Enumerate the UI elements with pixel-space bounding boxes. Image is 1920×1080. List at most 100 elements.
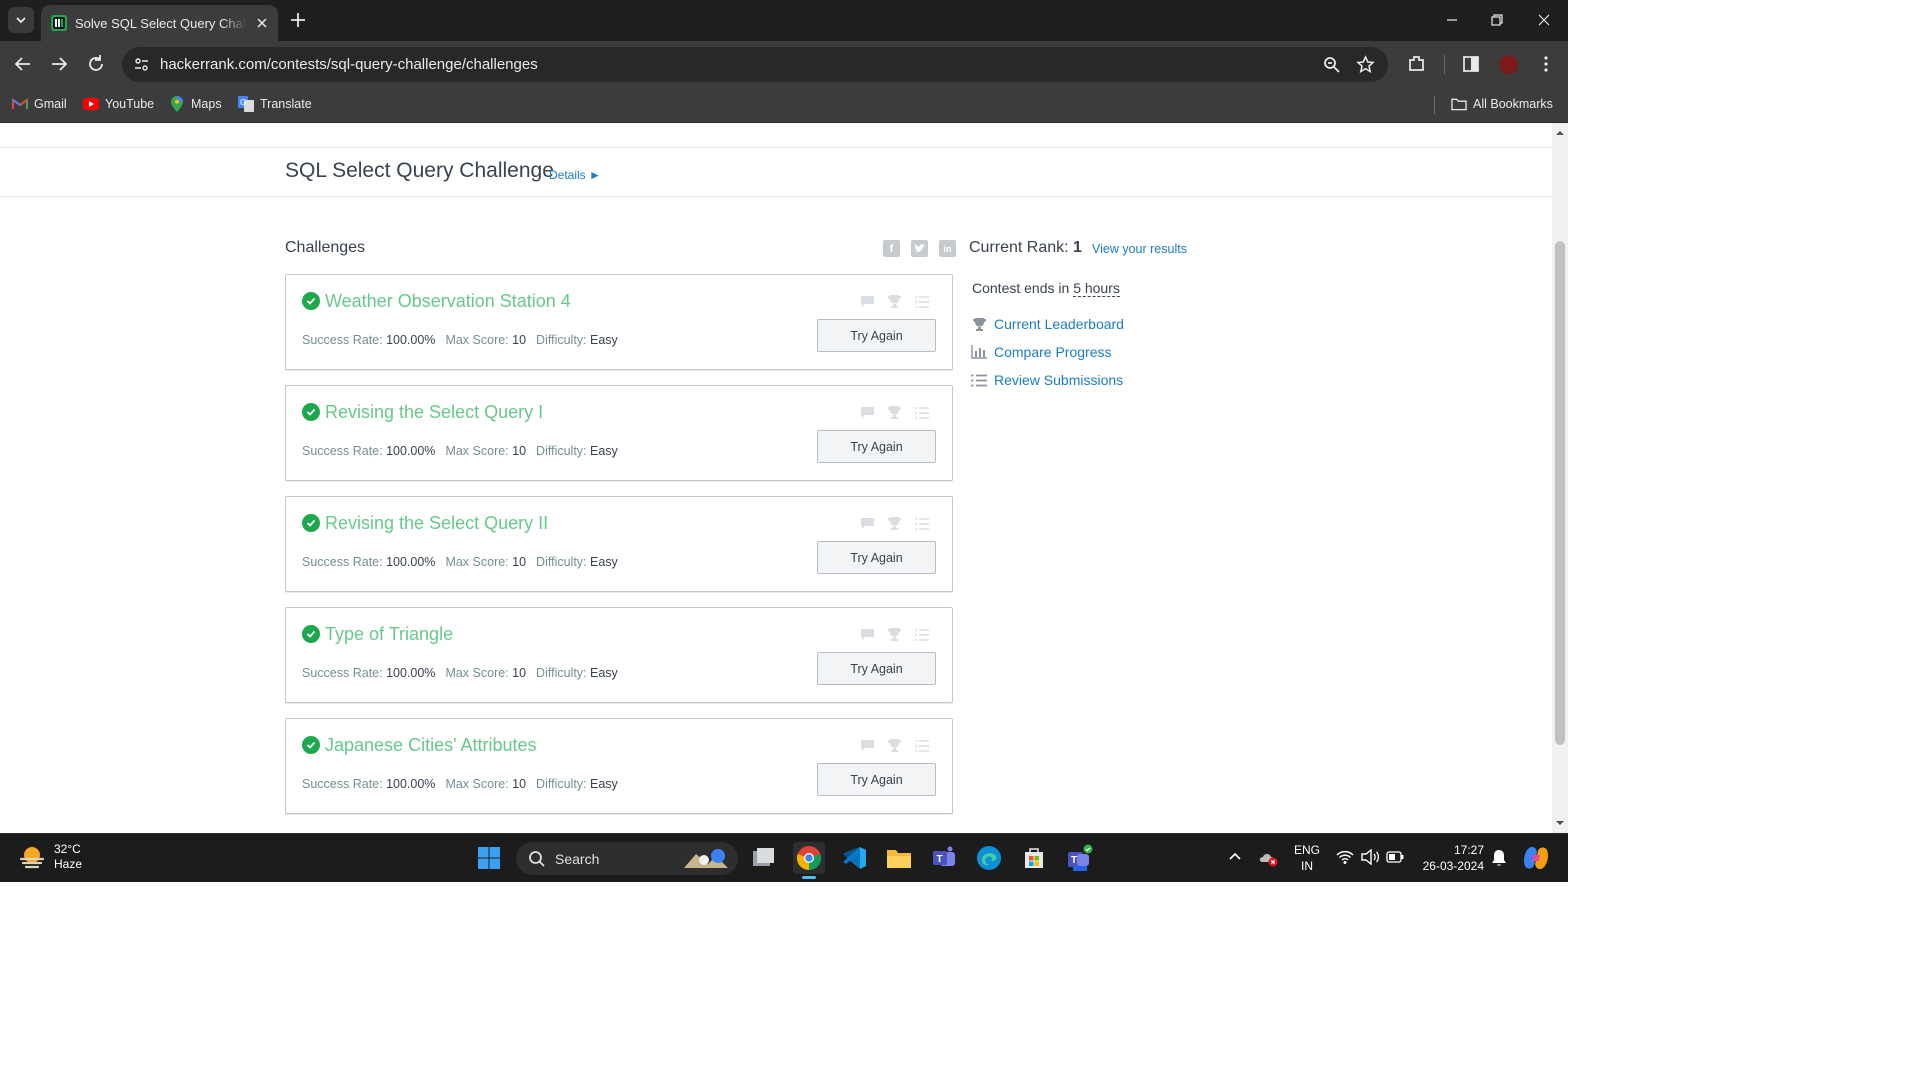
challenge-name-link[interactable]: Weather Observation Station 4 [325,291,571,312]
trophy-icon[interactable] [887,627,902,642]
discussion-icon[interactable] [860,738,875,753]
new-tab-icon[interactable] [288,10,308,30]
zoom-search-icon[interactable] [1322,55,1341,74]
teams-taskbar-app[interactable]: T [928,842,960,874]
max-score-value: 10 [512,777,527,791]
current-leaderboard-link[interactable]: Current Leaderboard [971,316,1124,332]
address-bar[interactable]: hackerrank.com/contests/sql-query-challe… [122,47,1388,82]
challenge-name-link[interactable]: Japanese Cities' Attributes [325,735,537,756]
bookmark-gmail[interactable]: Gmail [12,96,67,112]
try-again-button[interactable]: Try Again [817,763,936,796]
all-bookmarks-button[interactable]: All Bookmarks [1451,96,1553,112]
submissions-list-icon[interactable] [914,516,929,531]
twitter-icon[interactable] [911,240,928,257]
submissions-list-icon[interactable] [914,294,929,309]
linkedin-icon[interactable]: in [939,240,956,257]
challenge-name-link[interactable]: Revising the Select Query I [325,402,543,423]
teams-new-taskbar-app[interactable]: T [1063,842,1095,874]
close-tab-icon[interactable] [254,15,270,31]
file-explorer-taskbar-app[interactable] [883,842,915,874]
compare-progress-link[interactable]: Compare Progress [971,344,1112,360]
max-score-label: Max Score: [445,444,509,458]
challenge-meta: Success Rate: 100.00% Max Score: 10 Diffic… [302,333,618,347]
back-arrow-icon[interactable] [12,53,34,75]
bookmark-youtube[interactable]: YouTube [83,96,154,112]
page-scrollbar[interactable] [1552,123,1568,833]
difficulty-value: Easy [590,555,618,569]
scroll-up-arrow-icon[interactable] [1556,129,1564,137]
store-taskbar-app[interactable] [1018,842,1050,874]
scrollbar-thumb[interactable] [1555,241,1565,745]
difficulty-value: Easy [590,666,618,680]
edge-taskbar-app[interactable] [973,842,1005,874]
trophy-icon[interactable] [887,405,902,420]
try-again-button[interactable]: Try Again [817,541,936,574]
start-button[interactable] [473,842,505,874]
taskbar-search[interactable]: Search [516,842,738,875]
site-settings-icon[interactable] [133,56,150,73]
onedrive-error-icon[interactable] [1259,849,1279,867]
restore-icon[interactable] [1487,10,1507,30]
tab-search-button[interactable] [8,7,34,33]
facebook-icon[interactable]: f [883,240,900,257]
bookmark-maps[interactable]: Maps [169,96,222,112]
submissions-list-icon[interactable] [914,738,929,753]
vscode-taskbar-app[interactable] [838,842,870,874]
reload-icon[interactable] [85,53,107,75]
clock[interactable]: 17:27 26-03-2024 [1416,842,1484,874]
card-action-icons [860,405,929,420]
copilot-icon[interactable] [1522,845,1550,871]
discussion-icon[interactable] [860,405,875,420]
details-link[interactable]: Details ► [549,168,601,182]
forward-arrow-icon[interactable] [48,53,70,75]
menu-kebab-icon[interactable] [1535,53,1557,75]
max-score-value: 10 [512,555,527,569]
discussion-icon[interactable] [860,516,875,531]
submissions-list-icon[interactable] [914,627,929,642]
chevron-up-icon[interactable] [1228,851,1242,861]
view-results-link[interactable]: View your results [1092,242,1187,256]
weather-widget[interactable]: 32°C Haze [18,842,82,872]
trophy-icon[interactable] [887,738,902,753]
input-language[interactable]: ENG IN [1292,842,1322,874]
extensions-icon[interactable] [1406,53,1428,75]
bookmark-translate[interactable]: G Translate [238,96,312,112]
side-panel-icon[interactable] [1460,53,1482,75]
teams-new-icon: T [1068,844,1093,871]
scroll-down-arrow-icon[interactable] [1556,819,1564,827]
try-again-button[interactable]: Try Again [817,430,936,463]
active-app-indicator [802,876,816,879]
chrome-taskbar-app[interactable] [793,842,825,879]
wifi-icon[interactable] [1336,849,1354,865]
challenge-name-link[interactable]: Revising the Select Query II [325,513,548,534]
discussion-icon[interactable] [860,627,875,642]
review-submissions-link[interactable]: Review Submissions [971,372,1123,388]
trophy-icon [971,316,987,332]
discussion-icon[interactable] [860,294,875,309]
profile-avatar[interactable] [1497,53,1520,76]
difficulty-label: Difficulty: [536,555,587,569]
browser-tab-active[interactable]: Solve SQL Select Query Challenge [41,5,278,41]
max-score-value: 10 [512,333,527,347]
notification-bell-icon[interactable] [1491,849,1507,867]
task-view-button[interactable] [748,842,780,874]
store-icon [1025,848,1043,868]
try-again-button[interactable]: Try Again [817,652,936,685]
max-score-value: 10 [512,666,527,680]
success-rate-label: Success Rate: [302,666,383,680]
minimize-icon[interactable] [1442,10,1462,30]
close-window-icon[interactable] [1534,10,1554,30]
check-circle-icon [302,625,320,643]
gmail-icon [12,96,28,112]
challenge-name-link[interactable]: Type of Triangle [325,624,453,645]
try-again-button[interactable]: Try Again [817,319,936,352]
search-label: Search [555,850,600,867]
battery-icon[interactable] [1386,851,1404,863]
submissions-list-icon[interactable] [914,405,929,420]
trophy-icon[interactable] [887,516,902,531]
volume-icon[interactable] [1360,849,1380,865]
trophy-icon[interactable] [887,294,902,309]
bookmark-star-icon[interactable] [1356,55,1375,74]
svg-text:T: T [1071,855,1077,866]
folder-icon [887,850,911,868]
